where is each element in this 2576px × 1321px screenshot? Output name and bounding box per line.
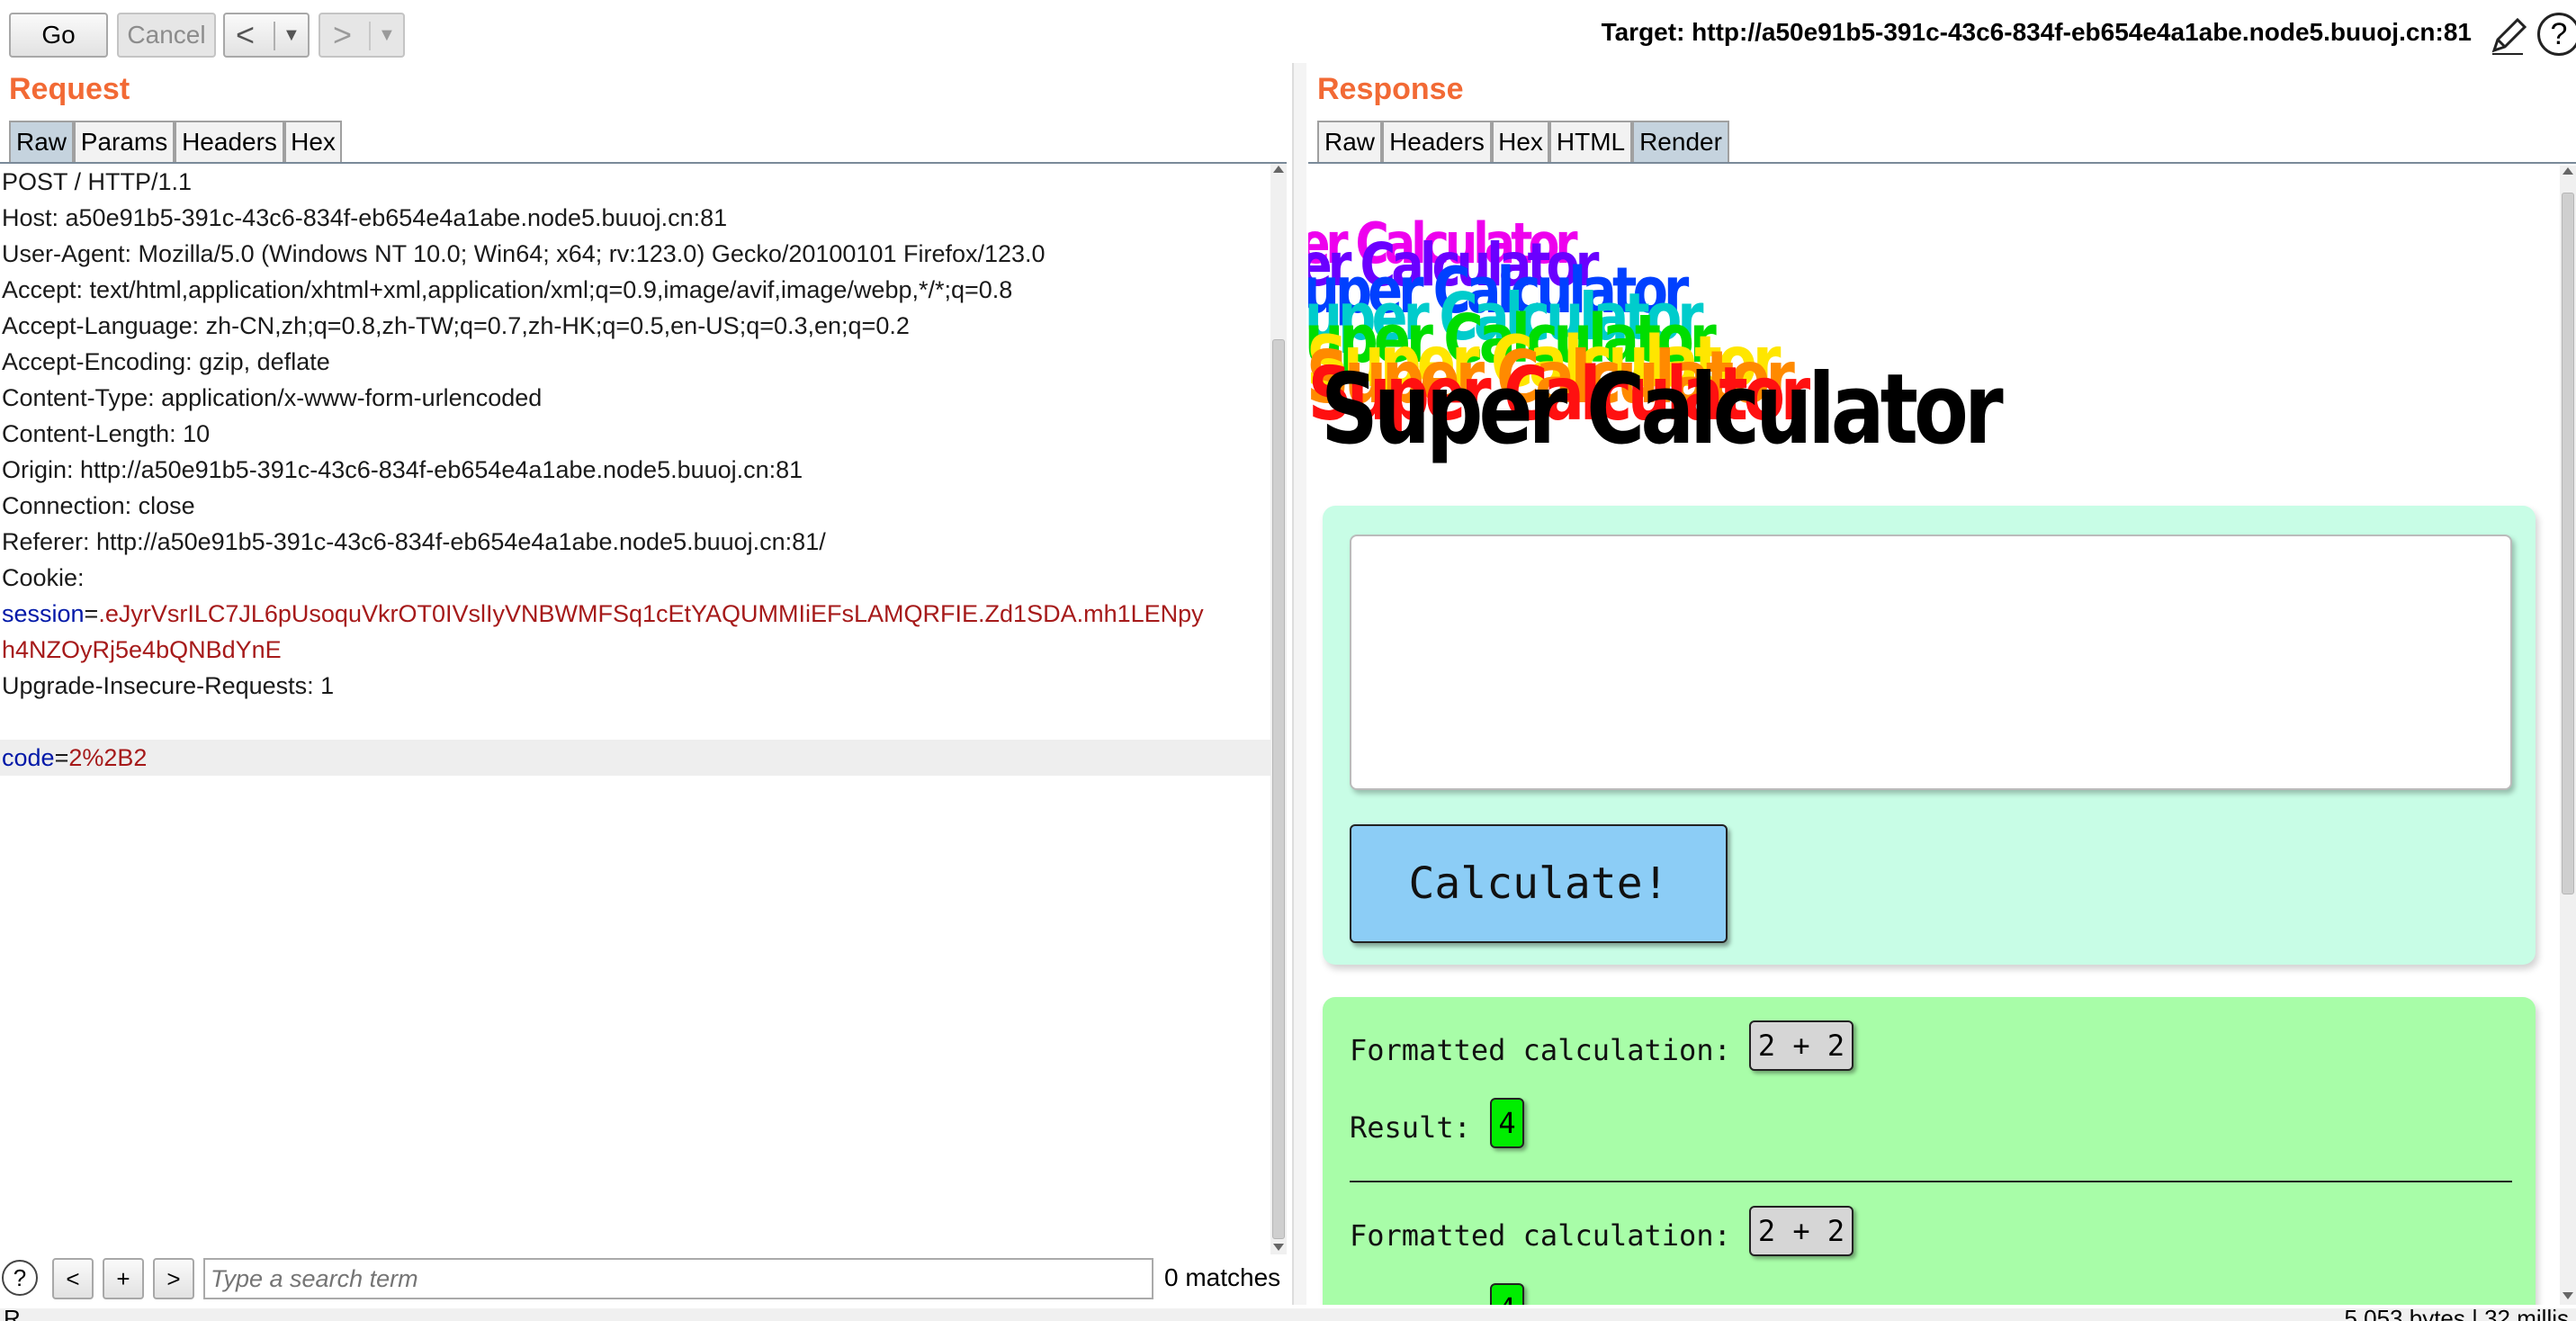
scroll-down-arrow-icon[interactable] bbox=[1273, 1244, 1284, 1251]
request-line: Cookie: bbox=[2, 564, 85, 591]
request-line: Connection: close bbox=[2, 492, 195, 519]
status-bar: R 5,053 bytes | 32 millis bbox=[0, 1308, 2576, 1321]
request-line: Accept-Language: zh-CN,zh;q=0.8,zh-TW;q=… bbox=[2, 312, 910, 339]
formatted-calculation-label: Formatted calculation: bbox=[1350, 1218, 1731, 1253]
scroll-up-arrow-icon[interactable] bbox=[2563, 167, 2573, 175]
tab-response-html[interactable]: HTML bbox=[1549, 121, 1632, 162]
edit-target-button[interactable] bbox=[2487, 13, 2530, 58]
search-add-button[interactable]: + bbox=[103, 1258, 144, 1299]
dropdown-arrow-icon: ▼ bbox=[283, 24, 301, 45]
cookie-line: session=.eJyrVsrILC7JL6pUsoquVkrOT0IVslI… bbox=[2, 596, 1204, 632]
status-left-text: R bbox=[4, 1308, 21, 1321]
pane-splitter[interactable] bbox=[1292, 63, 1306, 1305]
request-body-line: code=2%2B2 bbox=[2, 740, 147, 776]
forward-button[interactable]: > ▼ bbox=[319, 13, 405, 58]
response-scrollbar[interactable] bbox=[2560, 166, 2576, 1305]
formatted-calculation-value: 2 + 2 bbox=[1749, 1206, 1853, 1256]
cookie-value-continued: h4NZOyRj5e4bQNBdYnE bbox=[2, 636, 282, 663]
result-value: 4 bbox=[1490, 1098, 1524, 1148]
tab-response-headers[interactable]: Headers bbox=[1382, 121, 1492, 162]
tab-response-render[interactable]: Render bbox=[1632, 121, 1729, 162]
results-panel-continued: Formatted calculation: 2 + 2 4 bbox=[1323, 1182, 2536, 1305]
request-scroll-thumb[interactable] bbox=[1272, 339, 1285, 1239]
request-line: Origin: http://a50e91b5-391c-43c6-834f-e… bbox=[2, 456, 803, 483]
search-previous-button[interactable]: < bbox=[52, 1258, 94, 1299]
status-right-text: 5,053 bytes | 32 millis bbox=[2344, 1308, 2569, 1321]
request-line: Content-Type: application/x-www-form-url… bbox=[2, 384, 543, 411]
cookie-value: .eJyrVsrILC7JL6pUsoquVkrOT0IVslIyVNBWMFS… bbox=[98, 600, 1204, 627]
body-param-value: 2%2B2 bbox=[68, 744, 148, 771]
response-tab-underline bbox=[1308, 162, 2576, 164]
request-line: Accept: text/html,application/xhtml+xml,… bbox=[2, 276, 1013, 303]
request-line: Upgrade-Insecure-Requests: 1 bbox=[2, 672, 335, 699]
cookie-equals: = bbox=[84, 600, 99, 627]
search-next-button[interactable]: > bbox=[153, 1258, 194, 1299]
tab-request-params[interactable]: Params bbox=[74, 121, 175, 162]
help-icon: ? bbox=[2550, 16, 2568, 51]
response-scroll-thumb[interactable] bbox=[2562, 193, 2574, 894]
request-line: Content-Length: 10 bbox=[2, 420, 211, 447]
request-title: Request bbox=[9, 72, 130, 106]
target-label: Target: http://a50e91b5-391c-43c6-834f-e… bbox=[1601, 18, 2472, 46]
dropdown-arrow-icon: ▼ bbox=[378, 24, 396, 45]
calculate-button[interactable]: Calculate! bbox=[1350, 824, 1728, 943]
tab-request-hex[interactable]: Hex bbox=[284, 121, 342, 162]
search-match-count: 0 matches bbox=[1164, 1263, 1281, 1291]
tab-response-raw[interactable]: Raw bbox=[1317, 121, 1382, 162]
search-input[interactable] bbox=[203, 1258, 1153, 1299]
logo-title: Super Calculator bbox=[1321, 354, 2004, 466]
body-param-equals: = bbox=[54, 744, 69, 771]
scroll-up-arrow-icon[interactable] bbox=[1273, 166, 1284, 173]
help-icon: ? bbox=[13, 1263, 27, 1291]
request-scrollbar[interactable] bbox=[1270, 164, 1287, 1254]
rendered-page: er Calculator er Calculator uper Calcula… bbox=[1308, 166, 2559, 1305]
formatted-calculation-value: 2 + 2 bbox=[1749, 1020, 1853, 1071]
result-label: Result: bbox=[1350, 1110, 1471, 1145]
tab-response-hex[interactable]: Hex bbox=[1492, 121, 1549, 162]
request-line: Host: a50e91b5-391c-43c6-834f-eb654e4a1a… bbox=[2, 204, 728, 231]
search-help-button[interactable]: ? bbox=[2, 1260, 38, 1296]
formatted-calculation-label: Formatted calculation: bbox=[1350, 1033, 1731, 1067]
tab-request-raw[interactable]: Raw bbox=[9, 121, 74, 162]
pencil-icon bbox=[2491, 17, 2527, 55]
body-param-name: code bbox=[2, 744, 55, 771]
request-editor[interactable]: POST / HTTP/1.1 Host: a50e91b5-391c-43c6… bbox=[0, 164, 1270, 1254]
request-line: Accept-Encoding: gzip, deflate bbox=[2, 348, 330, 375]
request-line: User-Agent: Mozilla/5.0 (Windows NT 10.0… bbox=[2, 240, 1046, 267]
help-button[interactable]: ? bbox=[2537, 13, 2576, 56]
chevron-right-icon: > bbox=[333, 16, 353, 53]
calculation-input[interactable] bbox=[1350, 535, 2512, 790]
request-line: POST / HTTP/1.1 bbox=[2, 168, 193, 195]
result-value: 4 bbox=[1490, 1283, 1524, 1305]
tab-request-headers[interactable]: Headers bbox=[175, 121, 284, 162]
scroll-down-arrow-icon[interactable] bbox=[2563, 1292, 2573, 1299]
cancel-button[interactable]: Cancel bbox=[117, 13, 216, 58]
back-button[interactable]: < ▼ bbox=[223, 13, 310, 58]
current-line-highlight bbox=[0, 740, 1270, 776]
request-line: Referer: http://a50e91b5-391c-43c6-834f-… bbox=[2, 528, 826, 555]
response-title: Response bbox=[1317, 72, 1464, 106]
calculator-form-panel: Calculate! bbox=[1323, 506, 2536, 965]
go-button[interactable]: Go bbox=[9, 13, 108, 58]
cookie-name: session bbox=[2, 600, 85, 627]
chevron-left-icon: < bbox=[236, 16, 256, 53]
